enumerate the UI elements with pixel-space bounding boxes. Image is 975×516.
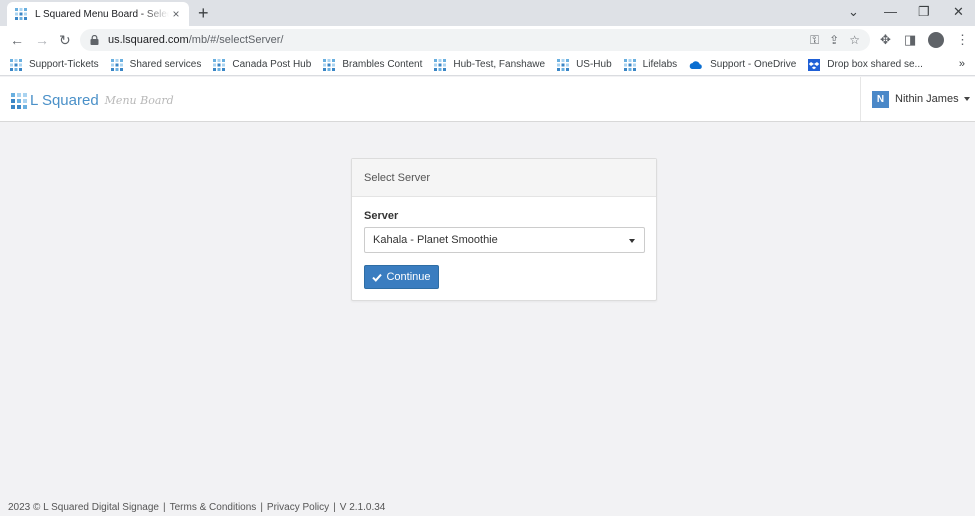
footer-version: V 2.1.0.34: [339, 502, 386, 513]
bookmark-item[interactable]: Lifelabs: [623, 58, 678, 71]
bookmark-item[interactable]: Hub-Test, Fanshawe: [434, 58, 546, 71]
bookmark-label: US-Hub: [576, 59, 612, 70]
check-icon: [372, 273, 383, 282]
tab-title: L Squared Menu Board - Select S: [35, 8, 169, 20]
footer-copyright: 2023 © L Squared Digital Signage: [8, 502, 159, 513]
lsquared-icon: [10, 58, 22, 71]
dropbox-icon: [808, 58, 821, 71]
tab-close-icon[interactable]: ×: [169, 7, 183, 21]
server-label: Server: [364, 210, 399, 222]
lsquared-logo-icon: [11, 92, 27, 109]
user-avatar: N: [872, 90, 889, 108]
lsquared-icon: [557, 58, 570, 71]
url-path: /mb/#/selectServer/: [188, 34, 284, 46]
select-server-panel: Select Server Server Kahala - Planet Smo…: [351, 158, 657, 301]
footer-separator: |: [333, 502, 336, 513]
share-icon[interactable]: ⇪: [829, 33, 839, 48]
bookmark-item[interactable]: US-Hub: [557, 58, 612, 71]
bookmark-label: Shared services: [129, 59, 202, 70]
password-key-icon[interactable]: ⚿: [810, 33, 819, 48]
back-arrow-icon[interactable]: ←: [10, 31, 24, 49]
bookmark-item[interactable]: Support - OneDrive: [689, 59, 796, 71]
bookmark-label: Lifelabs: [642, 59, 678, 70]
side-panel-icon[interactable]: ◨: [904, 32, 916, 48]
reload-icon[interactable]: ↻: [59, 31, 71, 49]
extensions-puzzle-icon[interactable]: ✥: [880, 32, 891, 48]
bookmarks-bar: Support-Tickets Shared services Canada P…: [0, 54, 975, 76]
privacy-link[interactable]: Privacy Policy: [267, 502, 329, 513]
bookmark-item[interactable]: Shared services: [110, 58, 202, 71]
continue-button[interactable]: Continue: [364, 265, 439, 289]
lsquared-icon: [434, 58, 447, 71]
brand-logo[interactable]: L Squared Menu Board: [11, 92, 174, 109]
brand-name: L Squared: [30, 92, 99, 109]
server-selected-value: Kahala - Planet Smoothie: [373, 234, 498, 246]
footer-separator: |: [260, 502, 263, 513]
profile-avatar-icon[interactable]: [928, 32, 944, 48]
panel-heading: Select Server: [352, 159, 656, 197]
browser-tab[interactable]: L Squared Menu Board - Select S ×: [7, 2, 189, 26]
server-select[interactable]: Kahala - Planet Smoothie: [364, 227, 645, 253]
lsquared-icon: [110, 58, 123, 71]
url-host: us.lsquared.com: [108, 34, 189, 46]
bookmark-star-icon[interactable]: ☆: [849, 33, 860, 48]
bookmarks-overflow-icon[interactable]: »: [959, 58, 965, 70]
bookmark-label: Canada Post Hub: [232, 59, 312, 70]
panel-body: Server Kahala - Planet Smoothie Continue: [352, 197, 656, 302]
bookmark-item[interactable]: Support-Tickets: [10, 58, 99, 71]
brand-subtitle: Menu Board: [104, 94, 174, 107]
new-tab-button[interactable]: +: [198, 3, 209, 23]
forward-arrow-icon[interactable]: →: [35, 31, 49, 49]
lsquared-icon: [323, 58, 336, 71]
tab-search-chevron-icon[interactable]: ⌄: [848, 3, 859, 21]
lock-icon: [90, 35, 99, 45]
bookmark-label: Brambles Content: [342, 59, 423, 70]
caret-down-icon: [963, 97, 970, 101]
bookmark-item[interactable]: Brambles Content: [323, 58, 423, 71]
bookmark-label: Drop box shared se...: [827, 59, 923, 70]
footer-separator: |: [163, 502, 166, 513]
bookmark-item[interactable]: Drop box shared se...: [808, 58, 923, 71]
continue-label: Continue: [386, 271, 431, 283]
user-name: Nithin James: [895, 93, 959, 105]
bookmark-label: Hub-Test, Fanshawe: [453, 59, 546, 70]
caret-down-icon: [629, 239, 635, 243]
user-menu[interactable]: N Nithin James: [860, 77, 975, 121]
browser-tabstrip: L Squared Menu Board - Select S × + ⌄ — …: [0, 0, 975, 26]
browser-toolbar: ← → ↻ us.lsquared.com/mb/#/selectServer/…: [0, 26, 975, 54]
url-text: us.lsquared.com/mb/#/selectServer/: [108, 34, 283, 46]
page-footer: 2023 © L Squared Digital Signage | Terms &…: [8, 502, 385, 513]
minimize-icon[interactable]: —: [884, 3, 897, 21]
bookmark-label: Support - OneDrive: [710, 59, 797, 70]
address-bar[interactable]: us.lsquared.com/mb/#/selectServer/ ⚿ ⇪ ☆: [80, 29, 870, 51]
app-header: L Squared Menu Board N Nithin James: [0, 77, 975, 122]
bookmark-item[interactable]: Canada Post Hub: [213, 58, 312, 71]
bookmark-label: Support-Tickets: [29, 59, 99, 70]
lsquared-icon: [623, 58, 636, 71]
browser-menu-icon[interactable]: ⋮: [956, 32, 969, 48]
lsquared-favicon-icon: [15, 8, 27, 20]
close-window-icon[interactable]: ✕: [953, 3, 964, 21]
terms-link[interactable]: Terms & Conditions: [170, 502, 257, 513]
onedrive-icon: [689, 60, 702, 69]
lsquared-icon: [213, 58, 226, 71]
restore-icon[interactable]: ❐: [918, 3, 930, 21]
